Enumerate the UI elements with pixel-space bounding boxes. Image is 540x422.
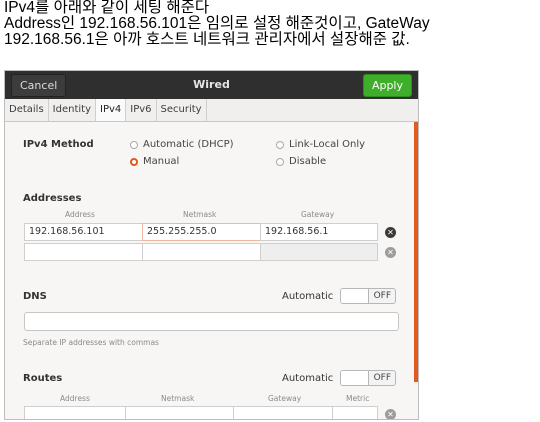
new-gateway-field[interactable] (260, 243, 378, 261)
tab-security[interactable]: Security (157, 99, 207, 121)
route-address-column-header: Address (60, 394, 90, 403)
delete-address-icon[interactable]: ✕ (385, 227, 396, 238)
tab-details[interactable]: Details (5, 99, 49, 121)
netmask-column-header: Netmask (183, 210, 217, 219)
radio-automatic-dhcp-label: Automatic (DHCP) (143, 139, 234, 150)
routes-toggle-state: OFF (373, 373, 391, 383)
radio-disable[interactable]: Disable (276, 156, 326, 167)
radio-manual[interactable]: Manual (130, 156, 179, 167)
dns-toggle-state: OFF (373, 291, 391, 301)
route-gateway-column-header: Gateway (268, 394, 302, 403)
radio-link-local-label: Link-Local Only (289, 139, 366, 150)
toggle-knob (341, 289, 369, 303)
delete-address-icon[interactable]: ✕ (385, 247, 396, 258)
cancel-button[interactable]: Cancel (11, 74, 67, 97)
tab-ipv6[interactable]: IPv6 (126, 99, 157, 121)
radio-off-icon (276, 157, 284, 166)
tab-bar: Details Identity IPv4 IPv6 Security (5, 99, 418, 122)
route-gateway-field[interactable] (233, 406, 333, 419)
new-address-field[interactable] (24, 243, 143, 261)
address-column-header: Address (65, 210, 95, 219)
ipv4-settings-panel: IPv4 Method Automatic (DHCP) Link-Local … (5, 122, 413, 419)
dns-servers-input[interactable] (24, 312, 399, 331)
title-bar: Cancel Wired Apply (5, 71, 418, 99)
netmask-field[interactable]: 255.255.255.0 (142, 223, 261, 241)
route-address-field[interactable] (24, 406, 126, 419)
radio-disable-label: Disable (289, 156, 327, 167)
apply-button[interactable]: Apply (362, 74, 412, 97)
dns-label: DNS (23, 291, 47, 302)
radio-on-icon (130, 157, 138, 166)
tab-identity[interactable]: Identity (49, 99, 96, 121)
annotation-line-1: IPv4를 아래와 같이 세팅 해준다 (4, 0, 210, 16)
gateway-column-header: Gateway (301, 210, 335, 219)
dns-automatic-label: Automatic (282, 291, 334, 302)
wired-settings-window: Cancel Wired Apply Details Identity IPv4… (4, 70, 419, 420)
route-netmask-field[interactable] (125, 406, 234, 419)
addresses-label: Addresses (23, 193, 82, 204)
routes-label: Routes (23, 373, 63, 384)
scrollbar[interactable] (414, 122, 418, 382)
route-netmask-column-header: Netmask (161, 394, 195, 403)
radio-off-icon (130, 140, 138, 149)
radio-automatic-dhcp[interactable]: Automatic (DHCP) (130, 139, 234, 150)
tab-ipv4[interactable]: IPv4 (96, 99, 127, 121)
new-netmask-field[interactable] (142, 243, 261, 261)
routes-automatic-label: Automatic (282, 373, 334, 384)
radio-link-local-only[interactable]: Link-Local Only (276, 139, 365, 150)
toggle-knob (341, 371, 369, 385)
window-title: Wired (193, 78, 230, 91)
delete-route-icon[interactable]: ✕ (385, 409, 396, 419)
dns-hint: Separate IP addresses with commas (23, 338, 159, 347)
annotation-text: IPv4를 아래와 같이 세팅 해준다 Address인 192.168.56.… (4, 0, 536, 48)
routes-automatic-toggle[interactable]: OFF (340, 370, 396, 386)
route-metric-field[interactable] (332, 406, 378, 419)
address-field[interactable]: 192.168.56.101 (24, 223, 143, 241)
radio-off-icon (276, 140, 284, 149)
annotation-line-3: 192.168.56.1은 아까 호스트 네트워크 관리자에서 설장해준 값. (4, 31, 410, 48)
radio-manual-label: Manual (143, 156, 180, 167)
route-metric-column-header: Metric (346, 394, 370, 403)
dns-automatic-toggle[interactable]: OFF (340, 288, 396, 304)
gateway-field[interactable]: 192.168.56.1 (260, 223, 378, 241)
annotation-line-2: Address인 192.168.56.101은 임의로 설정 해준것이고, G… (4, 15, 430, 32)
ipv4-method-label: IPv4 Method (23, 139, 94, 150)
